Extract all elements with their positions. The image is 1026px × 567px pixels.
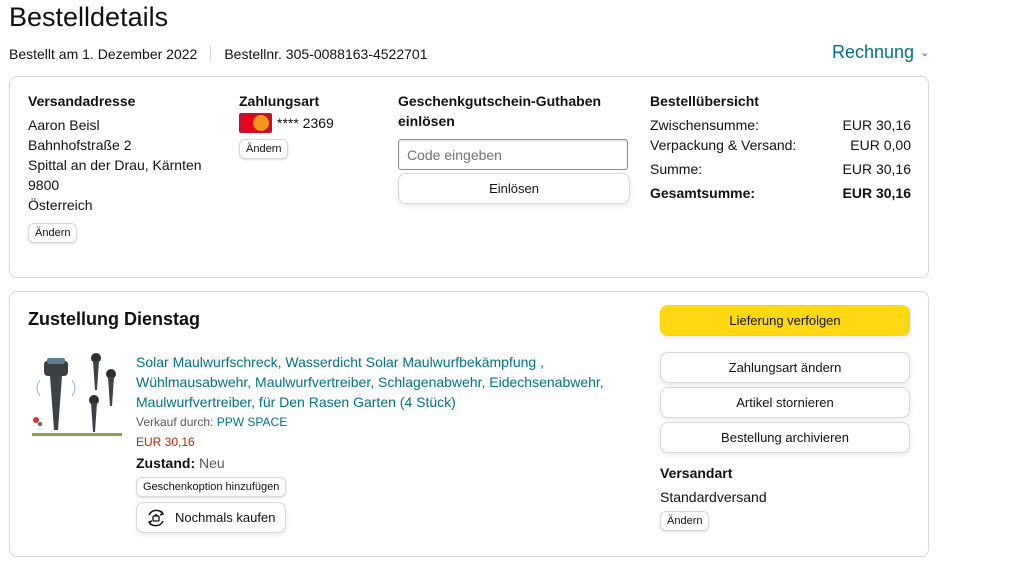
order-number: Bestellnr. 305-0088163-4522701	[224, 46, 428, 62]
payment-card-row: **** 2369	[239, 113, 334, 133]
address-country: Österreich	[28, 197, 93, 213]
payment-section: Zahlungsart **** 2369 Ändern	[239, 91, 334, 159]
summary-row-sum: Summe: EUR 30,16	[650, 159, 911, 179]
track-delivery-button[interactable]: Lieferung verfolgen	[660, 305, 910, 336]
shipping-method-title: Versandart	[660, 465, 733, 481]
change-address-button[interactable]: Ändern	[28, 223, 78, 243]
order-meta: Bestellt am 1. Dezember 2022 Bestellnr. …	[9, 45, 428, 63]
address-city: Spittal an der Drau, Kärnten	[28, 157, 202, 173]
summary-value: EUR 30,16	[842, 185, 911, 201]
condition-value: Neu	[199, 455, 225, 471]
archive-order-button[interactable]: Bestellung archivieren	[660, 422, 910, 453]
summary-label: Summe:	[650, 161, 703, 177]
address-zip: 9800	[28, 177, 60, 193]
address-name: Aaron Beisl	[28, 117, 100, 133]
summary-row-total: Gesamtsumme: EUR 30,16	[650, 183, 911, 203]
shipping-address-title: Versandadresse	[28, 93, 136, 109]
order-actions: Lieferung verfolgen Zahlungsart ändern A…	[660, 305, 911, 531]
seller-link[interactable]: PPW SPACE	[217, 415, 287, 429]
card-number: **** 2369	[277, 115, 334, 131]
summary-label: Verpackung & Versand:	[650, 137, 797, 153]
payment-title: Zahlungsart	[239, 93, 320, 109]
change-shipping-method-button[interactable]: Ändern	[660, 511, 710, 531]
divider	[210, 46, 212, 62]
shipping-address-section: Versandadresse Aaron Beisl Bahnhofstraße…	[28, 91, 202, 243]
summary-row-shipping: Verpackung & Versand: EUR 0,00	[650, 135, 911, 155]
seller-label: Verkauf durch:	[136, 415, 214, 429]
gift-code-input[interactable]	[398, 139, 628, 170]
summary-label: Zwischensumme:	[650, 117, 759, 133]
add-gift-option-button[interactable]: Geschenkoption hinzufügen	[136, 477, 287, 497]
summary-label: Gesamtsumme:	[650, 185, 756, 201]
address-street: Bahnhofstraße 2	[28, 137, 132, 153]
product-price: EUR 30,16	[136, 435, 195, 449]
change-payment-method-button[interactable]: Zahlungsart ändern	[660, 352, 910, 383]
buy-again-label: Nochmals kaufen	[175, 510, 276, 525]
delivery-title: Zustellung Dienstag	[28, 309, 201, 329]
invoice-dropdown[interactable]: Rechnung ⌄	[832, 40, 929, 64]
chevron-down-icon: ⌄	[920, 47, 930, 59]
product-details: Solar Maulwurfschreck, Wasserdicht Solar…	[136, 352, 626, 534]
summary-value: EUR 0,00	[850, 137, 911, 153]
buy-again-icon	[147, 509, 165, 526]
product-image[interactable]	[30, 350, 126, 446]
mastercard-icon	[239, 113, 272, 133]
summary-value: EUR 30,16	[842, 117, 911, 133]
summary-row-subtotal: Zwischensumme: EUR 30,16	[650, 115, 911, 135]
gift-card-title: Geschenkgutschein-Guthaben einlösen	[398, 93, 602, 129]
order-summary-section: Bestellübersicht Zwischensumme: EUR 30,1…	[650, 91, 911, 203]
cancel-item-button[interactable]: Artikel stornieren	[660, 387, 910, 418]
product-title-link[interactable]: Solar Maulwurfschreck, Wasserdicht Solar…	[136, 352, 626, 412]
product-condition: Zustand: Neu	[136, 453, 626, 473]
page-title: Bestelldetails	[9, 2, 169, 32]
summary-value: EUR 30,16	[842, 161, 911, 177]
seller-line: Verkauf durch: PPW SPACE	[136, 413, 626, 431]
invoice-label: Rechnung	[832, 42, 915, 62]
order-date: Bestellt am 1. Dezember 2022	[9, 46, 198, 62]
delivery-panel: Zustellung Dienstag Solar Maulwurfschrec…	[9, 291, 929, 557]
gift-card-section: Geschenkgutschein-Guthaben einlösen Einl…	[398, 91, 630, 204]
redeem-button[interactable]: Einlösen	[398, 173, 630, 204]
change-payment-button[interactable]: Ändern	[239, 139, 289, 159]
buy-again-button[interactable]: Nochmals kaufen	[136, 502, 287, 533]
condition-label: Zustand:	[136, 455, 196, 471]
summary-title: Bestellübersicht	[650, 93, 759, 109]
shipping-method-value: Standardversand	[660, 489, 767, 505]
order-info-panel: Versandadresse Aaron Beisl Bahnhofstraße…	[9, 76, 929, 278]
